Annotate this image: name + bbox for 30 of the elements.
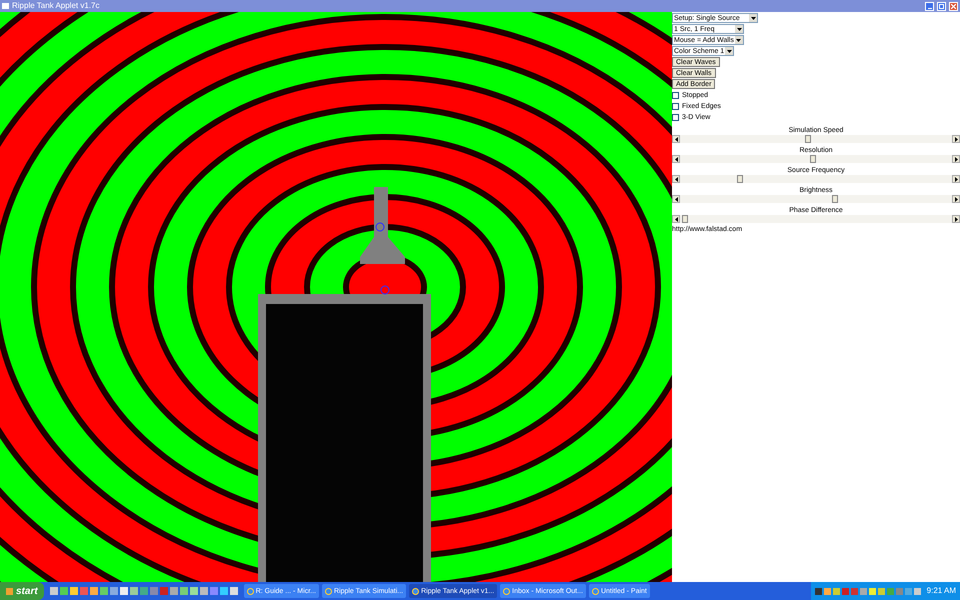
checkbox[interactable] [672,92,679,98]
right-arrow-icon[interactable] [952,195,960,203]
maximize-button[interactable] [937,2,946,10]
close-button[interactable] [949,2,958,10]
minimize-button[interactable] [925,2,934,10]
right-arrow-icon[interactable] [952,155,960,163]
left-arrow-icon[interactable] [672,195,680,203]
slider-thumb[interactable] [736,175,743,183]
left-arrow-icon[interactable] [672,155,680,163]
slider-thumb[interactable] [832,195,838,203]
start-button[interactable]: start [0,582,44,600]
slider-thumb[interactable] [804,135,811,143]
right-arrow-icon[interactable] [952,215,960,223]
window-title: Ripple Tank Applet v1.7c [12,2,100,10]
clock: 9:21 AM [926,585,956,597]
caret-icon [734,36,743,44]
right-arrow-icon[interactable] [952,175,960,183]
caret-icon [725,47,734,55]
slider-thumb[interactable] [810,155,816,163]
windows-logo-icon [6,588,13,594]
caret-icon [749,14,757,22]
checkbox[interactable] [672,102,679,110]
left-arrow-icon[interactable] [672,215,680,223]
right-arrow-icon[interactable] [952,135,960,143]
left-arrow-icon[interactable] [672,135,680,143]
left-arrow-icon[interactable] [672,175,680,183]
caret-icon [735,25,743,33]
checkbox[interactable] [672,114,679,120]
slider-thumb[interactable] [682,215,688,223]
app-icon [2,3,9,9]
